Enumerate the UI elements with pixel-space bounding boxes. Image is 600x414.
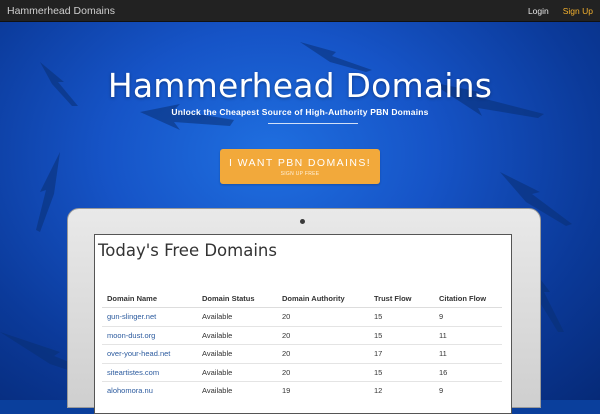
domain-name-link[interactable]: moon-dust.org [102,325,197,345]
citation-flow: 11 [434,325,502,345]
top-navbar: Hammerhead Domains Login Sign Up [0,0,600,22]
citation-flow: 9 [434,307,502,326]
table-row: over-your-head.net Available 20 17 11 [102,344,502,363]
trust-flow: 15 [369,362,434,382]
cta-button[interactable]: I WANT PBN DOMAINS! SIGN UP FREE [220,149,380,184]
col-header-trust-flow: Trust Flow [369,289,434,308]
domain-status: Available [197,362,277,382]
col-header-domain-status: Domain Status [197,289,277,308]
table-row: siteartistes.com Available 20 15 16 [102,362,502,382]
cta-label: I WANT PBN DOMAINS! [228,157,372,169]
table-row: moon-dust.org Available 20 15 11 [102,325,502,345]
signup-link[interactable]: Sign Up [563,6,593,16]
domains-table: Domain Name Domain Status Domain Authori… [102,289,502,400]
trust-flow: 15 [369,307,434,326]
domain-status: Available [197,307,277,326]
domain-authority: 19 [277,381,369,400]
domain-authority: 20 [277,362,369,382]
trust-flow: 12 [369,381,434,400]
domain-authority: 20 [277,307,369,326]
table-header-row: Domain Name Domain Status Domain Authori… [102,289,502,308]
domain-authority: 20 [277,344,369,363]
trust-flow: 15 [369,325,434,345]
domain-name-link[interactable]: alohomora.nu [102,381,197,400]
table-row: alohomora.nu Available 19 12 9 [102,381,502,400]
domain-name-link[interactable]: siteartistes.com [102,362,197,382]
citation-flow: 9 [434,381,502,400]
cta-sublabel: SIGN UP FREE [280,171,320,177]
hero-subtitle: Unlock the Cheapest Source of High-Autho… [171,107,429,117]
domain-authority: 20 [277,325,369,345]
brand-link[interactable]: Hammerhead Domains [7,5,115,17]
domain-status: Available [197,344,277,363]
nav-links: Login Sign Up [528,6,593,16]
col-header-citation-flow: Citation Flow [434,289,502,308]
domain-name-link[interactable]: gun-slinger.net [102,307,197,326]
col-header-domain-authority: Domain Authority [277,289,369,308]
table-title: Today's Free Domains [98,241,277,260]
citation-flow: 16 [434,362,502,382]
laptop-camera-icon [300,219,305,224]
laptop-frame: Today's Free Domains Domain Name Domain … [67,208,541,414]
col-header-domain-name: Domain Name [102,289,197,308]
trust-flow: 17 [369,344,434,363]
hero-title: Hammerhead Domains [107,66,493,105]
domain-name-link[interactable]: over-your-head.net [102,344,197,363]
citation-flow: 11 [434,344,502,363]
domain-status: Available [197,381,277,400]
laptop-screen: Today's Free Domains Domain Name Domain … [94,234,512,414]
domain-status: Available [197,325,277,345]
hero-divider [268,123,358,124]
table-row: gun-slinger.net Available 20 15 9 [102,307,502,326]
login-link[interactable]: Login [528,6,549,16]
